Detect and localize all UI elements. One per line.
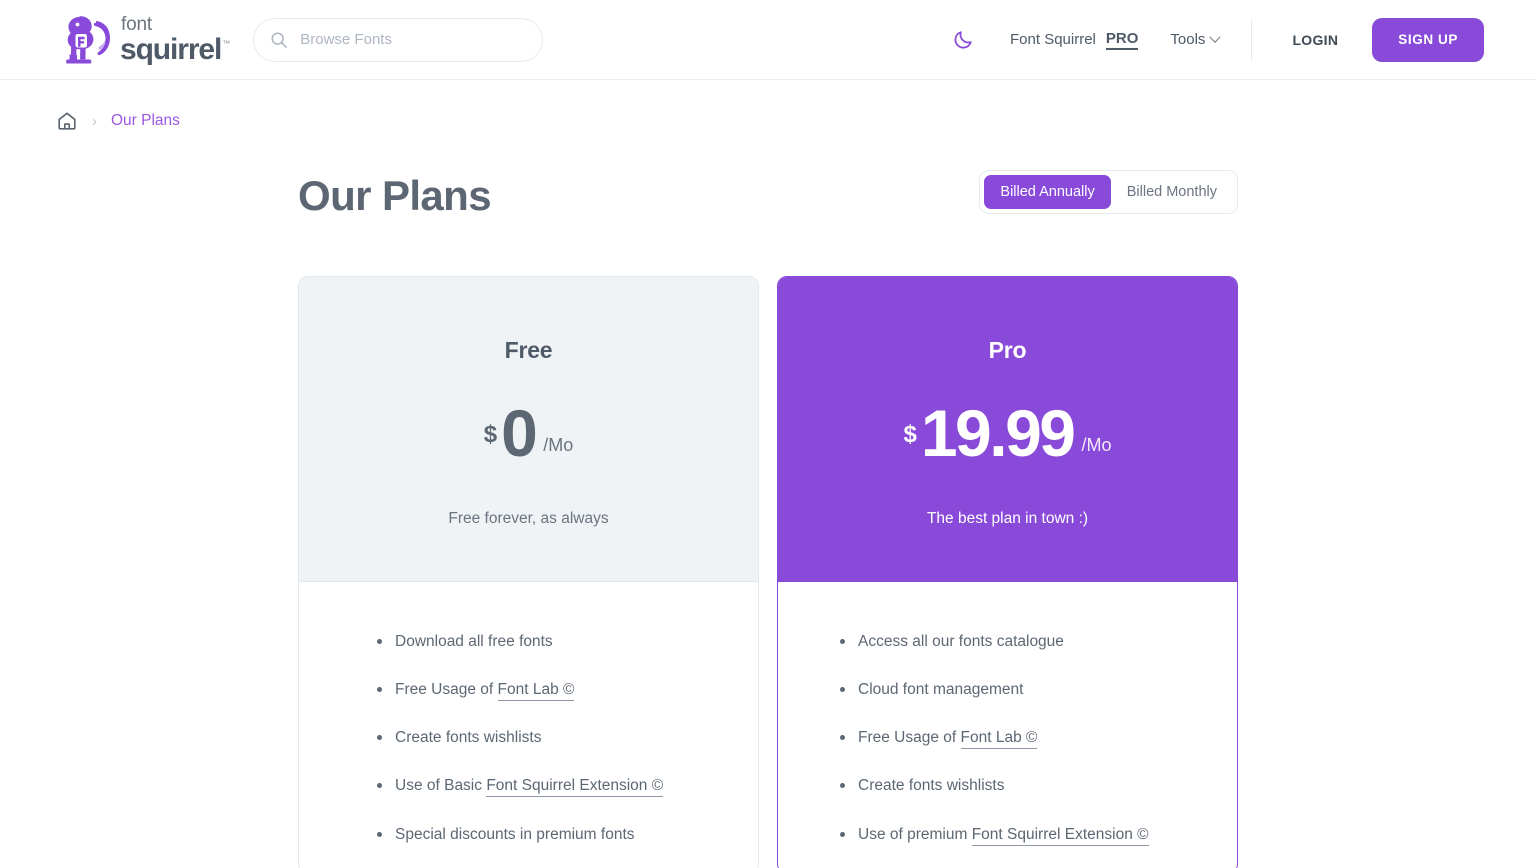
dark-mode-toggle[interactable]: [946, 23, 980, 57]
login-button[interactable]: LOGIN: [1274, 32, 1356, 48]
page-root: font squirrel ™ Font Squirrel PRO: [0, 0, 1536, 868]
feature-text: Free Usage of: [395, 681, 498, 699]
brand-wordmark: font squirrel ™: [120, 13, 230, 66]
page-title: Our Plans: [298, 172, 492, 219]
nav-pro-prefix: Font Squirrel: [1010, 31, 1096, 48]
plan-feature-item: Create fonts wishlists: [377, 728, 758, 748]
brand-trademark: ™: [222, 38, 231, 48]
chevron-down-icon: [1209, 31, 1222, 43]
price-period: /Mo: [1081, 435, 1112, 455]
billing-option-annually[interactable]: Billed Annually: [984, 175, 1111, 209]
plan-feature-item: Access all our fonts catalogue: [840, 632, 1237, 652]
plan-feature-item: Use of premium Font Squirrel Extension ©: [840, 825, 1237, 846]
plan-feature-item: Use of Basic Font Squirrel Extension ©: [377, 776, 758, 798]
pricing-cards: Free $ 0 /Mo Free forever, as always Dow…: [298, 276, 1238, 868]
plan-card-free-header: Free $ 0 /Mo Free forever, as always: [299, 277, 758, 582]
header-nav: Font Squirrel PRO Tools LOGIN SIGN UP: [946, 17, 1484, 62]
feature-text: Access all our fonts catalogue: [858, 633, 1064, 650]
plan-card-pro-header: Pro $ 19.99 /Mo The best plan in town :): [778, 277, 1237, 582]
feature-text: Create fonts wishlists: [395, 729, 542, 747]
plan-feature-list: Download all free fonts Free Usage of Fon…: [299, 582, 758, 845]
search-input[interactable]: [300, 31, 527, 48]
brand-word-squirrel: squirrel: [120, 32, 222, 66]
billing-option-monthly[interactable]: Billed Monthly: [1111, 175, 1233, 209]
site-header: font squirrel ™ Font Squirrel PRO: [0, 0, 1536, 80]
header-divider: [1251, 19, 1253, 60]
feature-text: Download all free fonts: [395, 633, 553, 650]
nav-item-font-squirrel-pro[interactable]: Font Squirrel PRO: [994, 30, 1154, 50]
signup-button[interactable]: SIGN UP: [1372, 17, 1484, 62]
breadcrumb-current[interactable]: Our Plans: [111, 112, 180, 130]
price-amount: 19.99: [920, 396, 1076, 470]
main-content: Our Plans Billed Annually Billed Monthly…: [0, 170, 1536, 868]
plan-card-pro: Pro $ 19.99 /Mo The best plan in town :)…: [777, 276, 1238, 868]
feature-link[interactable]: Font Squirrel Extension ©: [971, 825, 1149, 846]
plan-feature-item: Download all free fonts: [377, 632, 758, 652]
plan-tagline: Free forever, as always: [448, 510, 609, 527]
feature-link[interactable]: Font Squirrel Extension ©: [486, 777, 664, 798]
plan-feature-item: Create fonts wishlists: [840, 776, 1237, 796]
title-row: Our Plans Billed Annually Billed Monthly: [298, 170, 1238, 220]
feature-link[interactable]: Font Lab ©: [960, 729, 1038, 750]
plan-name: Pro: [988, 337, 1027, 363]
feature-text: Create fonts wishlists: [858, 777, 1005, 795]
plan-price: $ 0 /Mo: [484, 400, 574, 466]
plan-feature-item: Free Usage of Font Lab ©: [840, 728, 1237, 750]
search-icon: [271, 31, 288, 48]
feature-text: Special discounts in premium fonts: [395, 825, 635, 843]
feature-link[interactable]: Font Lab ©: [497, 681, 575, 702]
plan-card-free: Free $ 0 /Mo Free forever, as always Dow…: [298, 276, 759, 868]
search-box[interactable]: [253, 17, 544, 62]
plan-name: Free: [504, 337, 553, 363]
nav-tools-label: Tools: [1170, 31, 1206, 48]
plan-tagline: The best plan in town :): [926, 510, 1089, 527]
price-amount: 0: [501, 396, 538, 470]
brand-logo[interactable]: font squirrel ™: [56, 11, 230, 69]
breadcrumb-separator: ›: [92, 112, 97, 130]
feature-text: Use of Basic: [395, 777, 487, 795]
squirrel-logo-icon: [66, 15, 110, 63]
nav-item-tools[interactable]: Tools: [1154, 31, 1235, 48]
breadcrumb: › Our Plans: [0, 80, 1536, 130]
price-currency: $: [483, 421, 498, 448]
feature-text: Free Usage of: [858, 729, 961, 747]
nav-pro-tag: PRO: [1105, 30, 1139, 50]
billing-period-toggle[interactable]: Billed Annually Billed Monthly: [979, 170, 1238, 214]
plan-feature-item: Free Usage of Font Lab ©: [377, 680, 758, 702]
feature-text: Use of premium: [858, 825, 972, 843]
feature-text: Cloud font management: [858, 681, 1024, 699]
moon-icon: [954, 30, 972, 48]
price-period: /Mo: [543, 435, 574, 455]
brand-word-font: font: [121, 13, 152, 35]
plan-feature-item: Cloud font management: [840, 680, 1237, 700]
plan-price: $ 19.99 /Mo: [903, 400, 1111, 466]
price-currency: $: [903, 421, 917, 448]
plan-feature-item: Special discounts in premium fonts: [377, 825, 758, 845]
plan-feature-list: Access all our fonts catalogue Cloud font…: [778, 582, 1237, 846]
home-icon[interactable]: [56, 110, 78, 132]
